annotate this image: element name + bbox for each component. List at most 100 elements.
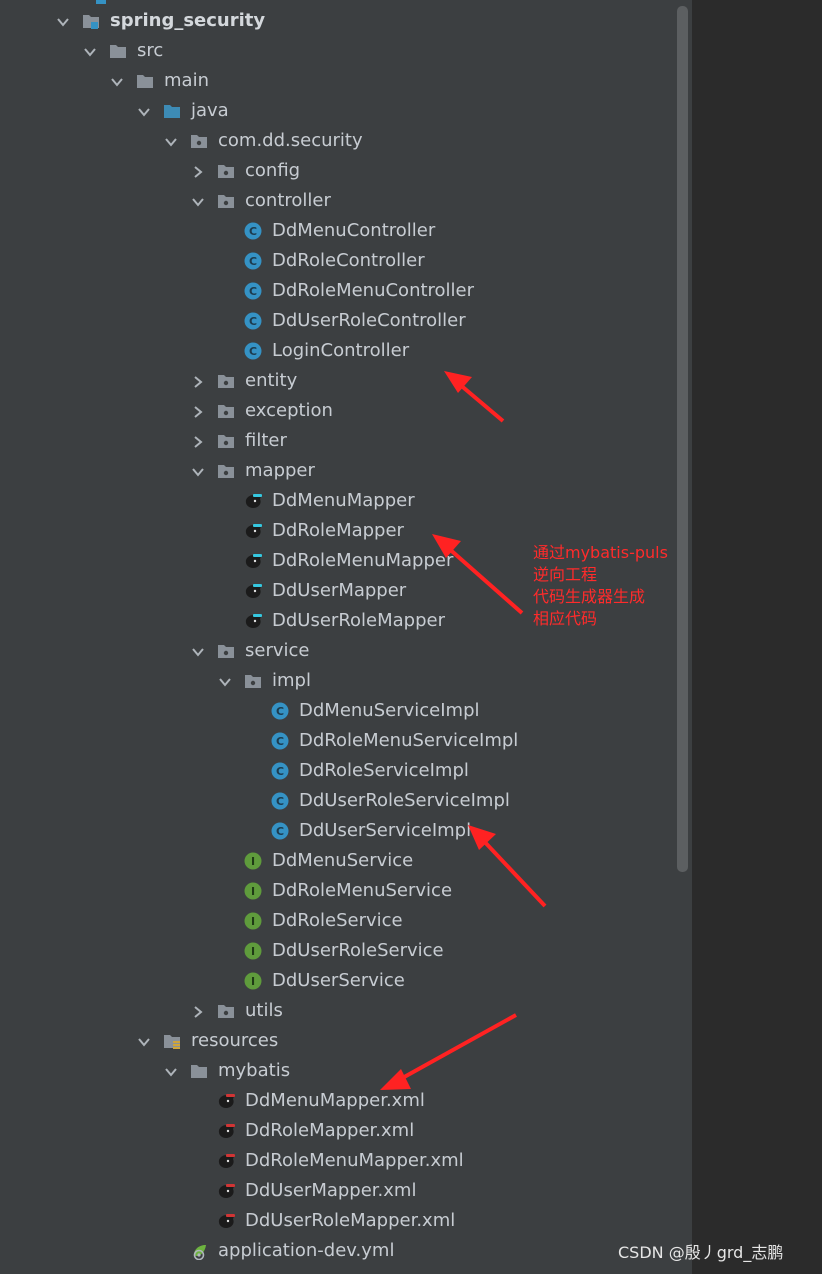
svg-text:I: I — [251, 915, 255, 928]
tree-node-dduserrolemapper-xml[interactable]: DdUserRoleMapper.xml — [0, 1206, 676, 1236]
chevron-down-icon[interactable] — [137, 1034, 151, 1048]
tree-node-spring-security[interactable]: spring_security — [0, 6, 676, 36]
tree-node-ddrolemenumapper-xml[interactable]: DdRoleMenuMapper.xml — [0, 1146, 676, 1176]
chevron-right-icon[interactable] — [191, 404, 205, 418]
annotation-line: 代码生成器生成 — [533, 587, 646, 606]
tree-node-ddmenuservice[interactable]: I DdMenuService — [0, 846, 676, 876]
chevron-down-icon[interactable] — [191, 464, 205, 478]
tree-node-ddroleserviceimpl[interactable]: C DdRoleServiceImpl — [0, 756, 676, 786]
tree-node-logincontroller[interactable]: C LoginController — [0, 336, 676, 366]
annotation-line: 相应代码 — [533, 609, 598, 628]
package-icon — [217, 432, 235, 450]
chevron-right-icon[interactable] — [191, 374, 205, 388]
vertical-scrollbar[interactable] — [677, 6, 688, 872]
mybatis-xml-icon — [217, 1182, 235, 1200]
tree-node-label: DdMenuService — [272, 850, 414, 871]
class-icon: C — [271, 732, 289, 750]
tree-node-label: DdRoleMenuMapper.xml — [245, 1150, 464, 1171]
tree-node-ddroleservice[interactable]: I DdRoleService — [0, 906, 676, 936]
interface-icon: I — [244, 882, 262, 900]
source-folder-icon — [163, 102, 181, 120]
tree-node-filter[interactable]: filter — [0, 426, 676, 456]
tree-node-label: DdMenuMapper.xml — [245, 1090, 425, 1111]
tree-node-label: mybatis — [218, 1060, 291, 1081]
class-icon: C — [271, 702, 289, 720]
chevron-down-icon[interactable] — [56, 14, 70, 28]
tree-node-main[interactable]: main — [0, 66, 676, 96]
tree-node-label: DdUserService — [272, 970, 405, 991]
svg-text:C: C — [276, 705, 284, 718]
tree-node-application-dev-yml[interactable]: application-dev.yml — [0, 1236, 676, 1266]
tree-node-label: config — [245, 160, 301, 181]
chevron-right-icon[interactable] — [191, 434, 205, 448]
tree-node-mapper[interactable]: mapper — [0, 456, 676, 486]
tree-node-exception[interactable]: exception — [0, 396, 676, 426]
chevron-down-icon[interactable] — [191, 194, 205, 208]
tree-node-ddrolemapper-xml[interactable]: DdRoleMapper.xml — [0, 1116, 676, 1146]
tree-node-ddmenucontroller[interactable]: C DdMenuController — [0, 216, 676, 246]
tree-node-resources[interactable]: resources — [0, 1026, 676, 1056]
chevron-right-icon[interactable] — [191, 164, 205, 178]
tree-node-dduserserviceimpl[interactable]: C DdUserServiceImpl — [0, 816, 676, 846]
tree-node-src[interactable]: src — [0, 36, 676, 66]
tree-node-label: impl — [272, 670, 311, 691]
tree-node-ddrolemenuservice[interactable]: I DdRoleMenuService — [0, 876, 676, 906]
chevron-down-icon[interactable] — [164, 1064, 178, 1078]
tree-node-label: DdUserMapper — [272, 580, 407, 601]
chevron-down-icon[interactable] — [191, 644, 205, 658]
module-folder-icon — [82, 12, 100, 30]
tree-node-mybatis[interactable]: mybatis — [0, 1056, 676, 1086]
tree-node-label: DdRoleService — [272, 910, 403, 931]
annotation-line: 通过mybatis-puls — [533, 543, 668, 562]
tree-node-label: com.dd.security — [218, 130, 363, 151]
annotation-line: 逆向工程 — [533, 565, 598, 584]
annotation-text: 通过mybatis-puls 逆向工程 代码生成器生成 相应代码 — [533, 542, 668, 630]
class-icon: C — [244, 222, 262, 240]
interface-icon: I — [244, 972, 262, 990]
svg-text:C: C — [276, 765, 284, 778]
class-icon: C — [244, 342, 262, 360]
chevron-down-icon[interactable] — [164, 134, 178, 148]
tree-node-entity[interactable]: entity — [0, 366, 676, 396]
tree-node-ddrolecontroller[interactable]: C DdRoleController — [0, 246, 676, 276]
tree-node-label: DdMenuController — [272, 220, 436, 241]
svg-text:I: I — [251, 855, 255, 868]
tree-node-dduserroleserviceimpl[interactable]: C DdUserRoleServiceImpl — [0, 786, 676, 816]
chevron-down-icon[interactable] — [83, 44, 97, 58]
chevron-right-icon[interactable] — [191, 1004, 205, 1018]
resources-folder-icon — [163, 1032, 181, 1050]
class-icon: C — [271, 792, 289, 810]
tree-node-impl[interactable]: impl — [0, 666, 676, 696]
tree-node-ddrolemenucontroller[interactable]: C DdRoleMenuController — [0, 276, 676, 306]
class-icon: C — [244, 282, 262, 300]
mybatis-xml-icon — [217, 1122, 235, 1140]
partial-row-icon — [96, 0, 106, 4]
tree-node-ddmenumapper-xml[interactable]: DdMenuMapper.xml — [0, 1086, 676, 1116]
tree-node-ddmenuserviceimpl[interactable]: C DdMenuServiceImpl — [0, 696, 676, 726]
tree-node-com-dd-security[interactable]: com.dd.security — [0, 126, 676, 156]
tree-node-controller[interactable]: controller — [0, 186, 676, 216]
tree-node-config[interactable]: config — [0, 156, 676, 186]
tree-node-label: entity — [245, 370, 298, 391]
tree-node-service[interactable]: service — [0, 636, 676, 666]
svg-text:I: I — [251, 945, 255, 958]
tree-node-label: DdRoleMenuMapper — [272, 550, 454, 571]
tree-node-ddusermapper-xml[interactable]: DdUserMapper.xml — [0, 1176, 676, 1206]
tree-node-utils[interactable]: utils — [0, 996, 676, 1026]
mybatis-xml-icon — [217, 1212, 235, 1230]
tree-node-dduserrolecontroller[interactable]: C DdUserRoleController — [0, 306, 676, 336]
chevron-down-icon[interactable] — [218, 674, 232, 688]
package-icon — [217, 192, 235, 210]
chevron-down-icon[interactable] — [137, 104, 151, 118]
folder-icon — [109, 42, 127, 60]
tree-node-ddmenumapper[interactable]: DdMenuMapper — [0, 486, 676, 516]
package-icon — [217, 642, 235, 660]
chevron-down-icon[interactable] — [110, 74, 124, 88]
interface-icon: I — [244, 852, 262, 870]
tree-node-ddrolemenuserviceimpl[interactable]: C DdRoleMenuServiceImpl — [0, 726, 676, 756]
tree-node-dduserservice[interactable]: I DdUserService — [0, 966, 676, 996]
package-icon — [217, 462, 235, 480]
tree-node-label: utils — [245, 1000, 283, 1021]
tree-node-dduserroleservice[interactable]: I DdUserRoleService — [0, 936, 676, 966]
tree-node-java[interactable]: java — [0, 96, 676, 126]
